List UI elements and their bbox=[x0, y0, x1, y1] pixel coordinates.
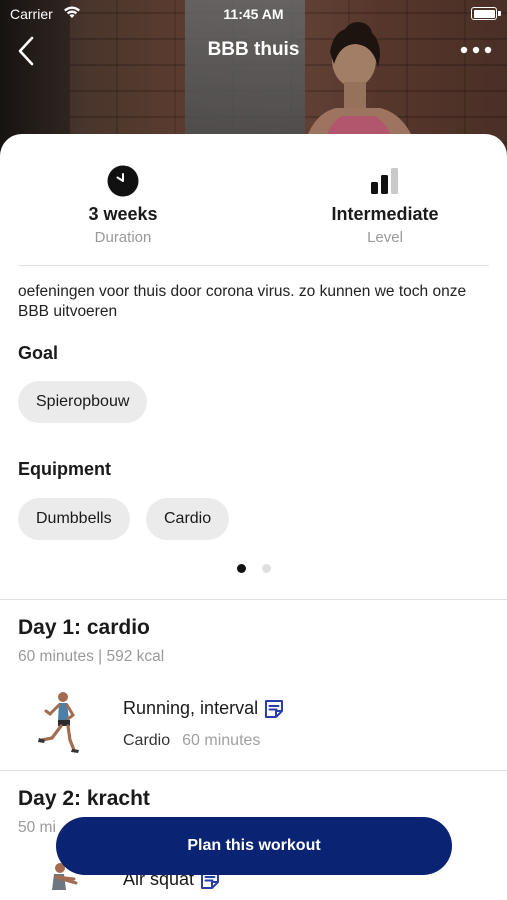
exercise-details: Cardio 60 minutes bbox=[123, 732, 260, 750]
workout-description: oefeningen voor thuis door corona virus.… bbox=[18, 283, 467, 320]
section-separator bbox=[0, 599, 507, 600]
day-meta: 60 minutes | 592 kcal bbox=[18, 648, 165, 665]
level-label: Level bbox=[367, 229, 403, 246]
duration-stat: 3 weeks Duration bbox=[8, 164, 238, 246]
navigation-bar: BBB thuis bbox=[0, 30, 507, 70]
signal-bars-icon bbox=[371, 168, 398, 194]
battery-icon bbox=[471, 7, 497, 20]
exercise-category: Cardio bbox=[123, 732, 171, 749]
more-horizontal-icon[interactable] bbox=[459, 38, 493, 62]
level-value: Intermediate bbox=[331, 204, 439, 224]
equipment-chip-cardio[interactable]: Cardio bbox=[146, 498, 230, 540]
clock-time: 11:45 AM bbox=[223, 6, 284, 22]
page-indicator[interactable] bbox=[0, 564, 507, 573]
page-dot[interactable] bbox=[261, 564, 271, 573]
status-bar: Carrier 11:45 AM bbox=[0, 0, 507, 28]
running-figure-image bbox=[38, 692, 79, 753]
duration-label: Duration bbox=[94, 229, 152, 246]
equipment-heading: Equipment bbox=[18, 459, 111, 479]
note-icon[interactable] bbox=[264, 699, 284, 719]
day-title[interactable]: Day 1: cardio bbox=[18, 616, 150, 640]
day-meta: 50 mi bbox=[18, 819, 56, 836]
day-title[interactable]: Day 2: kracht bbox=[18, 787, 150, 811]
section-separator bbox=[0, 770, 507, 771]
plan-workout-button[interactable]: Plan this workout bbox=[56, 817, 452, 875]
goal-heading: Goal bbox=[18, 343, 59, 363]
page-dot-active[interactable] bbox=[236, 564, 246, 573]
exercise-name: Running, interval bbox=[123, 698, 259, 718]
exercise-duration: 60 minutes bbox=[182, 732, 261, 749]
clock-icon bbox=[107, 165, 139, 197]
exercise-item-running[interactable]: Running, interval bbox=[123, 698, 284, 719]
level-stat: Intermediate Level bbox=[270, 164, 500, 246]
duration-value: 3 weeks bbox=[88, 204, 158, 224]
workout-detail-card: 3 weeks Duration Intermediate Level oefe… bbox=[0, 134, 507, 900]
equipment-chip-dumbbells[interactable]: Dumbbells bbox=[18, 498, 130, 540]
workout-stats: 3 weeks Duration Intermediate Level bbox=[0, 164, 507, 254]
divider bbox=[18, 265, 489, 266]
goal-chip[interactable]: Spieropbouw bbox=[18, 381, 148, 423]
page-title: BBB thuis bbox=[207, 39, 300, 60]
